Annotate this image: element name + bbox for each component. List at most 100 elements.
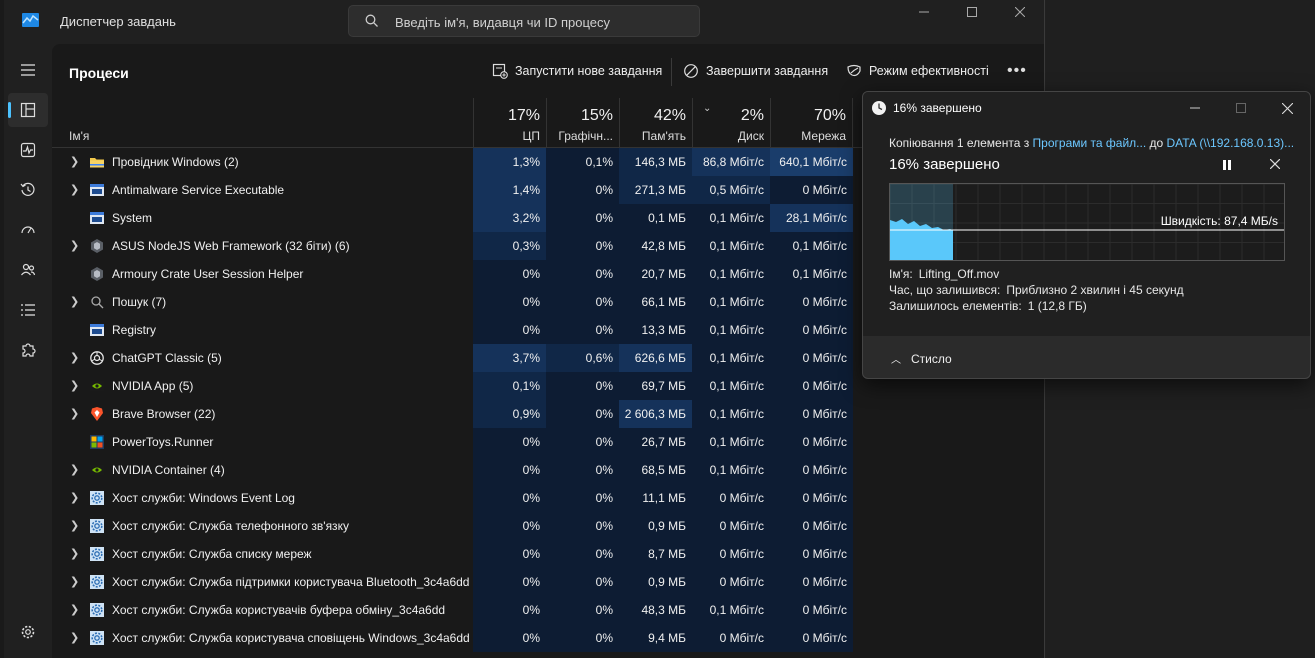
table-row[interactable]: ❯ Brave Browser (22) 0,9% 0% 2 606,3 МБ 0,1 М… xyxy=(52,400,1044,428)
nav-settings[interactable] xyxy=(8,615,48,649)
close-icon xyxy=(1269,158,1281,170)
table-row[interactable]: ❯ Хост служби: Служба телефонного зв'язку… xyxy=(52,512,1044,540)
process-name-cell: Armoury Crate User Session Helper xyxy=(52,260,473,288)
more-options-button[interactable]: ••• xyxy=(1007,62,1027,80)
nav-startup-apps[interactable] xyxy=(8,213,48,247)
network-cell: 28,1 Мбіт/с xyxy=(770,204,853,232)
cancel-button[interactable] xyxy=(1269,156,1281,173)
network-cell: 0 Мбіт/с xyxy=(770,540,853,568)
network-total: 70% xyxy=(813,107,846,124)
table-row[interactable]: ❯ NVIDIA Container (4) 0% 0% 68,5 МБ 0,1 Мбіт… xyxy=(52,456,1044,484)
source-link[interactable]: Програми та файл... xyxy=(1033,136,1147,150)
dialog-close-button[interactable] xyxy=(1264,92,1310,124)
expand-chevron-icon[interactable]: ❯ xyxy=(70,400,80,428)
nav-details[interactable] xyxy=(8,293,48,327)
network-label: Мережа xyxy=(801,129,846,143)
disk-cell: 0,1 Мбіт/с xyxy=(692,372,770,400)
service-gear-icon xyxy=(90,491,104,505)
expand-chevron-icon[interactable]: ❯ xyxy=(70,344,80,372)
expand-chevron-icon[interactable]: ❯ xyxy=(70,176,80,204)
table-row[interactable]: PowerToys.Runner 0% 0% 26,7 МБ 0,1 Мбіт/с 0 М… xyxy=(52,428,1044,456)
users-icon xyxy=(21,263,36,276)
expand-chevron-icon[interactable]: ❯ xyxy=(70,372,80,400)
column-cpu[interactable]: 17% ЦП xyxy=(473,98,546,148)
search-box[interactable] xyxy=(348,5,700,37)
expand-chevron-icon[interactable]: ❯ xyxy=(70,568,80,596)
column-gpu[interactable]: 15% Графічн... xyxy=(546,98,619,148)
memory-cell: 0,9 МБ xyxy=(619,568,692,596)
efficiency-mode-button[interactable]: Режим ефективності xyxy=(846,63,989,79)
fewer-details-button[interactable]: ︿ Стисло xyxy=(891,351,952,367)
cpu-total: 17% xyxy=(507,107,540,124)
desc-prefix: Копіювання 1 елемента з xyxy=(889,136,1033,150)
column-memory[interactable]: 42% Пам'ять xyxy=(619,98,692,148)
network-cell: 0 Мбіт/с xyxy=(770,484,853,512)
network-cell: 0 Мбіт/с xyxy=(770,288,853,316)
dialog-maximize-button[interactable] xyxy=(1218,92,1264,124)
expand-chevron-icon[interactable]: ❯ xyxy=(70,596,80,624)
gpu-total: 15% xyxy=(580,107,613,124)
expand-chevron-icon[interactable]: ❯ xyxy=(70,232,80,260)
progress-status: 16% завершено xyxy=(889,156,1000,173)
memory-cell: 0,9 МБ xyxy=(619,512,692,540)
process-name: Brave Browser (22) xyxy=(112,407,216,421)
gpu-cell: 0% xyxy=(546,176,619,204)
column-disk[interactable]: ⌄ 2% Диск xyxy=(692,98,770,148)
cpu-label: ЦП xyxy=(522,129,540,143)
disk-cell: 0,1 Мбіт/с xyxy=(692,260,770,288)
expand-chevron-icon[interactable]: ❯ xyxy=(70,540,80,568)
nvidia-icon xyxy=(90,381,104,391)
end-task-button[interactable]: Завершити завдання xyxy=(683,63,828,79)
disk-cell: 0,1 Мбіт/с xyxy=(692,456,770,484)
nav-performance[interactable] xyxy=(8,133,48,167)
navigation-rail xyxy=(4,44,52,658)
process-name: Хост служби: Служба підтримки користувач… xyxy=(112,575,470,589)
process-name-cell: ❯ ChatGPT Classic (5) xyxy=(52,344,473,372)
process-name: Пошук (7) xyxy=(112,295,167,309)
table-row[interactable]: ❯ Хост служби: Служба користувача сповіще… xyxy=(52,624,1044,652)
column-network[interactable]: 70% Мережа xyxy=(770,98,853,148)
table-row[interactable]: ❯ Хост служби: Служба списку мереж 0% 0% 8,7… xyxy=(52,540,1044,568)
search-input[interactable] xyxy=(395,12,685,32)
disk-cell: 0,1 Мбіт/с xyxy=(692,344,770,372)
process-name: Armoury Crate User Session Helper xyxy=(112,267,304,281)
expand-chevron-icon[interactable]: ❯ xyxy=(70,624,80,652)
expand-chevron-icon[interactable]: ❯ xyxy=(70,456,80,484)
desc-mid: до xyxy=(1146,136,1167,150)
network-cell: 0 Мбіт/с xyxy=(770,372,853,400)
process-name-cell: ❯ Хост служби: Служба користувачів буфера… xyxy=(52,596,473,624)
destination-link[interactable]: DATA (\\192.168.0.13)... xyxy=(1167,136,1295,150)
nav-processes[interactable] xyxy=(8,93,48,127)
cpu-cell: 0% xyxy=(473,596,546,624)
process-name-cell: ❯ NVIDIA App (5) xyxy=(52,372,473,400)
pause-button[interactable] xyxy=(1222,159,1232,173)
search-icon xyxy=(365,14,378,27)
dialog-minimize-button[interactable] xyxy=(1172,92,1218,124)
nav-users[interactable] xyxy=(8,253,48,287)
expand-chevron-icon[interactable]: ❯ xyxy=(70,512,80,540)
cpu-cell: 0% xyxy=(473,316,546,344)
close-button[interactable] xyxy=(996,0,1044,24)
expand-chevron-icon[interactable]: ❯ xyxy=(70,148,80,176)
gpu-cell: 0% xyxy=(546,260,619,288)
run-new-task-button[interactable]: Запустити нове завдання xyxy=(492,63,662,79)
table-row[interactable]: ❯ Хост служби: Служба підтримки користува… xyxy=(52,568,1044,596)
table-row[interactable]: ❯ Хост служби: Windows Event Log 0% 0% 11,1 … xyxy=(52,484,1044,512)
network-cell: 0 Мбіт/с xyxy=(770,344,853,372)
column-name[interactable]: Ім'я xyxy=(52,98,473,148)
memory-cell: 11,1 МБ xyxy=(619,484,692,512)
expand-chevron-icon[interactable]: ❯ xyxy=(70,288,80,316)
process-name-cell: ❯ Хост служби: Служба підтримки користува… xyxy=(52,568,473,596)
network-cell: 0 Мбіт/с xyxy=(770,400,853,428)
gpu-cell: 0% xyxy=(546,288,619,316)
maximize-button[interactable] xyxy=(948,0,996,24)
process-name-cell: ❯ ASUS NodeJS Web Framework (32 біти) (6) xyxy=(52,232,473,260)
cpu-cell: 0,9% xyxy=(473,400,546,428)
table-row[interactable]: ❯ Хост служби: Служба користувачів буфера… xyxy=(52,596,1044,624)
hamburger-menu-button[interactable] xyxy=(8,53,48,87)
minimize-button[interactable] xyxy=(900,0,948,24)
expand-chevron-icon[interactable]: ❯ xyxy=(70,484,80,512)
nav-services[interactable] xyxy=(8,333,48,367)
nav-app-history[interactable] xyxy=(8,173,48,207)
search-icon xyxy=(91,296,104,309)
